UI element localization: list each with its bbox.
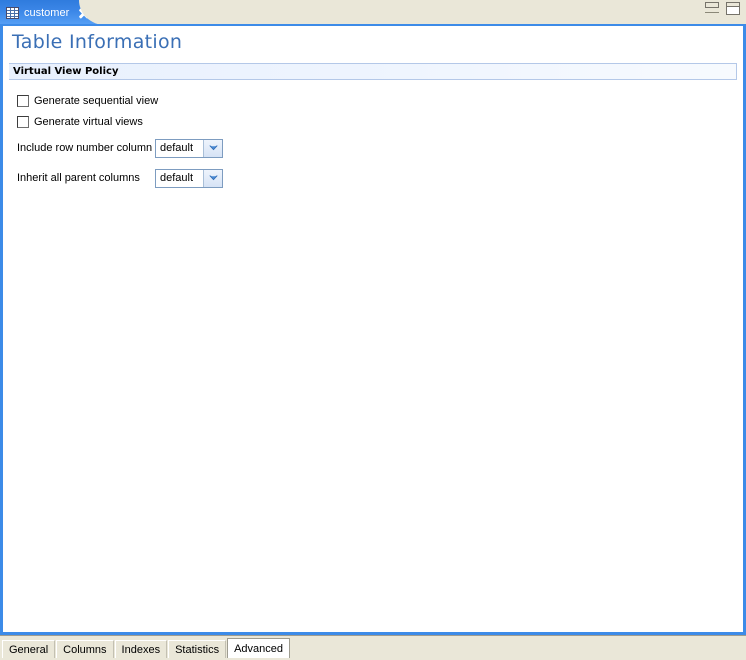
- tab-columns-label: Columns: [63, 643, 107, 656]
- page-title: Table Information: [12, 31, 183, 53]
- section-header-label: Virtual View Policy: [13, 66, 119, 77]
- checkbox-generate-sequential-view[interactable]: [17, 94, 29, 107]
- editor-tab-label: customer: [24, 6, 70, 19]
- tab-general-label: General: [9, 643, 49, 656]
- combo-row-inherit-all-parent-columns: Inherit all parent columns default: [17, 165, 537, 191]
- window-controls: [705, 2, 740, 15]
- section-header-virtual-view-policy: Virtual View Policy: [9, 63, 737, 80]
- close-icon[interactable]: [77, 6, 91, 20]
- content-frame: Table Information Virtual View Policy Ge…: [0, 24, 746, 635]
- bottom-tabs: General Columns Indexes Statistics Advan…: [2, 638, 291, 658]
- content-area: Table Information Virtual View Policy Ge…: [3, 26, 743, 632]
- tab-columns[interactable]: Columns: [56, 640, 114, 658]
- combo-inherit-all-parent-columns[interactable]: default: [155, 168, 223, 188]
- table-icon: [6, 6, 19, 19]
- tab-advanced[interactable]: Advanced: [227, 638, 291, 658]
- editor-window: customer Table Information Virtual View …: [0, 0, 746, 660]
- virtual-view-policy-form: Generate sequential view Generate virtua…: [17, 90, 537, 191]
- tab-indexes-label: Indexes: [121, 643, 161, 656]
- tab-general[interactable]: General: [2, 640, 56, 658]
- combo-label-inherit-all-parent-columns: Inherit all parent columns: [17, 172, 140, 184]
- bottom-tab-bar: General Columns Indexes Statistics Advan…: [0, 635, 746, 660]
- tab-statistics-label: Statistics: [175, 643, 220, 656]
- tab-indexes[interactable]: Indexes: [114, 640, 168, 658]
- chevron-down-icon[interactable]: [203, 139, 222, 157]
- combo-row-include-row-number-column: Include row number column default: [17, 135, 537, 161]
- checkbox-label-generate-sequential-view: Generate sequential view: [34, 94, 159, 107]
- checkbox-row-generate-virtual-views[interactable]: Generate virtual views: [17, 111, 537, 132]
- tab-statistics[interactable]: Statistics: [168, 640, 227, 658]
- tab-advanced-label: Advanced: [234, 642, 284, 655]
- combo-label-include-row-number-column: Include row number column: [17, 142, 153, 154]
- minimize-icon[interactable]: [705, 2, 719, 13]
- editor-tab-strip: customer: [0, 0, 746, 25]
- editor-tab-customer[interactable]: customer: [0, 0, 105, 25]
- checkbox-row-generate-sequential-view[interactable]: Generate sequential view: [17, 90, 537, 111]
- checkbox-label-generate-virtual-views: Generate virtual views: [34, 115, 143, 128]
- checkbox-generate-virtual-views[interactable]: [17, 115, 29, 128]
- combo-value-include-row-number-column: default: [156, 139, 203, 157]
- combo-include-row-number-column[interactable]: default: [155, 138, 223, 158]
- chevron-down-icon[interactable]: [203, 169, 222, 187]
- combo-value-inherit-all-parent-columns: default: [156, 169, 203, 187]
- maximize-icon[interactable]: [726, 2, 740, 15]
